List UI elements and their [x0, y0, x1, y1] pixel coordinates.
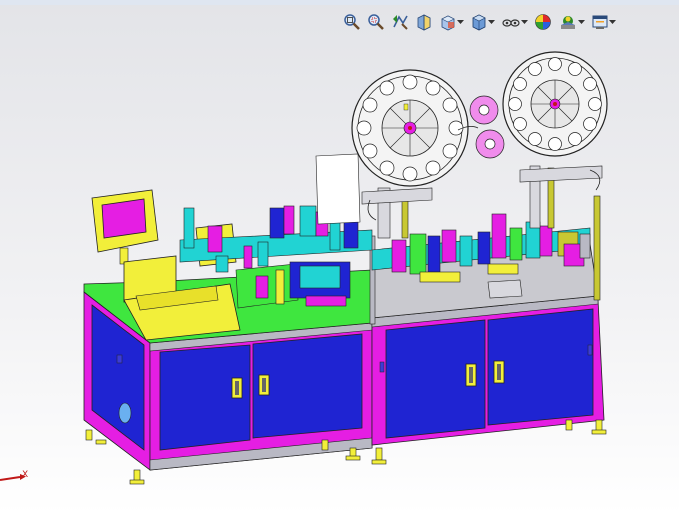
- guide-rollers: [457, 95, 505, 159]
- hide-show-items-icon: [502, 19, 520, 27]
- previous-view-button[interactable]: [389, 10, 411, 34]
- view-settings-icon: [592, 15, 608, 29]
- reference-triad-icon: [0, 474, 26, 481]
- zoom-to-fit-button[interactable]: [341, 10, 363, 34]
- chevron-down-icon: [457, 10, 464, 34]
- view-orientation-button[interactable]: [437, 10, 466, 34]
- chevron-down-icon: [609, 10, 616, 34]
- model-viewport[interactable]: [0, 0, 679, 515]
- apply-scene-button[interactable]: [556, 10, 587, 34]
- edit-appearance-button[interactable]: [532, 10, 554, 34]
- view-orientation-icon: [441, 15, 455, 31]
- zoom-to-fit-icon: [344, 14, 360, 30]
- reel-right: [502, 51, 608, 157]
- hide-show-items-button[interactable]: [499, 10, 530, 34]
- view-settings-button[interactable]: [589, 10, 618, 34]
- zoom-to-area-icon: [368, 14, 384, 30]
- section-view-button[interactable]: [413, 10, 435, 34]
- triad-x-axis-label: X: [22, 470, 29, 480]
- heads-up-view-toolbar: [341, 9, 618, 35]
- section-view-icon: [417, 14, 431, 31]
- chevron-down-icon: [578, 10, 585, 34]
- apply-scene-icon: [561, 16, 575, 29]
- previous-view-icon: [393, 15, 408, 30]
- display-style-button[interactable]: [468, 10, 497, 34]
- chevron-down-icon: [488, 10, 495, 34]
- display-style-icon: [472, 14, 486, 31]
- chevron-down-icon: [521, 10, 528, 34]
- zoom-to-area-button[interactable]: [365, 10, 387, 34]
- reel-stands: [315, 153, 603, 239]
- reel-left: [351, 69, 469, 187]
- edit-appearance-icon: [535, 14, 551, 30]
